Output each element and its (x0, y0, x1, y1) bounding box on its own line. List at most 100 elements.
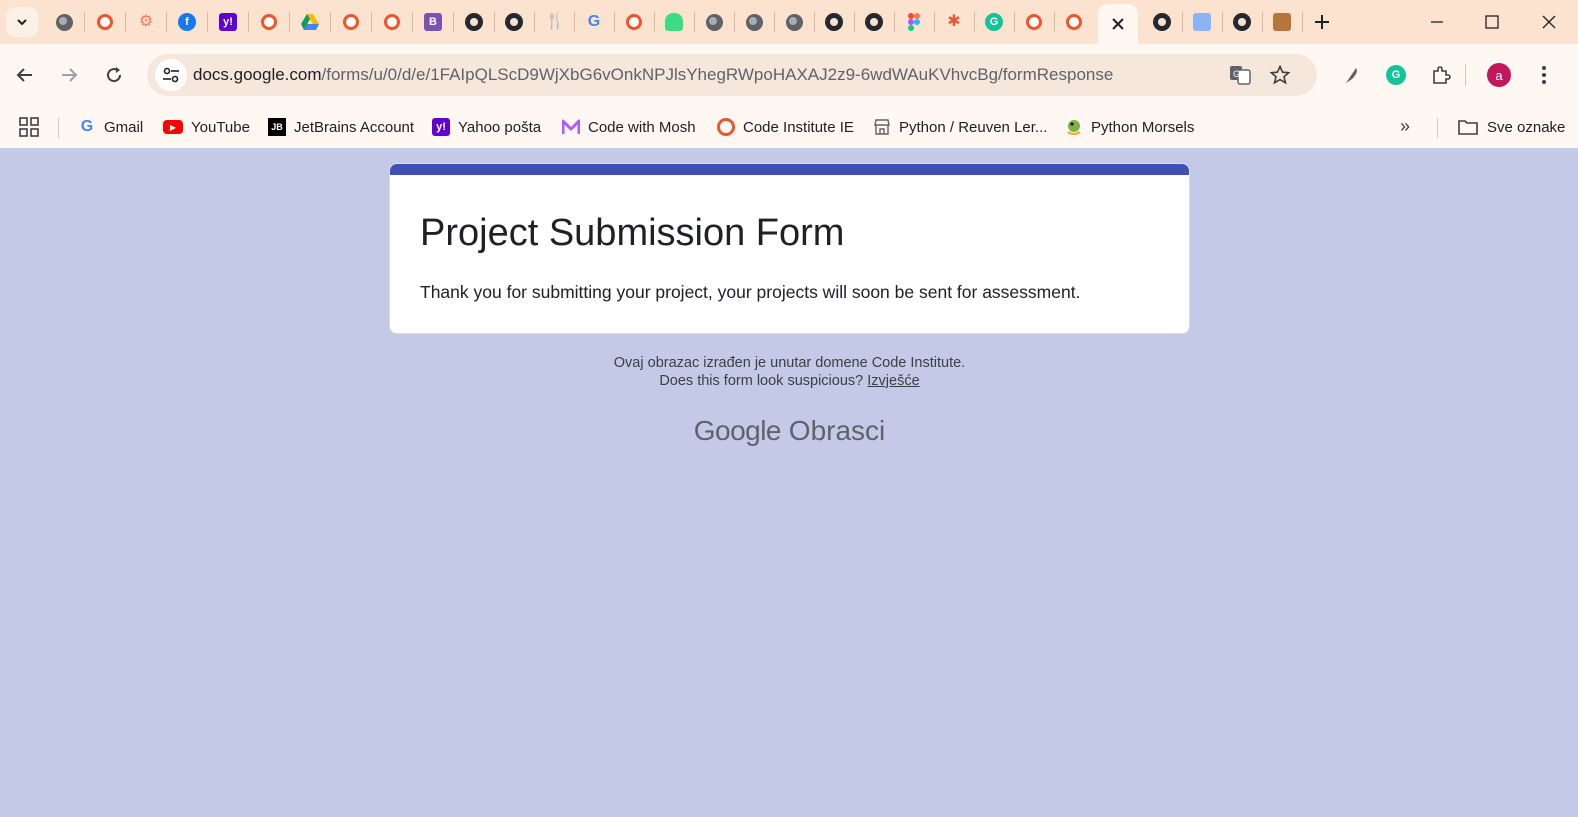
all-bookmarks-button[interactable]: Sve oznake (1458, 114, 1565, 140)
bookmark-code-with-mosh[interactable]: Code with Mosh (562, 114, 696, 140)
tab[interactable] (654, 6, 694, 38)
bookmark-jetbrains[interactable]: JB JetBrains Account (268, 114, 414, 140)
chest-icon (1273, 13, 1291, 31)
bookmark-label: YouTube (191, 118, 250, 136)
github-icon (1153, 13, 1171, 31)
forward-button[interactable] (55, 61, 83, 89)
back-button[interactable] (11, 61, 39, 89)
tab[interactable]: B (413, 6, 453, 38)
tab[interactable] (44, 6, 84, 38)
facebook-icon: f (178, 13, 196, 31)
globe-icon (785, 13, 803, 31)
translate-button[interactable]: G (1228, 63, 1252, 87)
tab[interactable] (1142, 6, 1182, 38)
more-bookmarks-button[interactable]: » (1400, 116, 1410, 137)
form-footer: Ovaj obrazac izrađen je unutar domene Co… (389, 354, 1190, 390)
maximize-button[interactable] (1478, 8, 1506, 36)
bookmark-gmail[interactable]: G Gmail (78, 114, 143, 140)
image-icon (1193, 13, 1211, 31)
tab[interactable] (774, 6, 814, 38)
suspicious-line: Does this form look suspicious? Izvješće (389, 372, 1190, 390)
tab[interactable] (290, 6, 330, 38)
toolbar-divider (1465, 64, 1466, 86)
translate-icon: G (1230, 66, 1251, 85)
arrow-left-icon (16, 68, 32, 82)
report-link[interactable]: Izvješće (867, 373, 919, 389)
tab[interactable] (1222, 6, 1262, 38)
all-bookmarks-label: Sve oznake (1487, 118, 1566, 136)
tab[interactable] (454, 6, 494, 38)
tab[interactable]: G (574, 6, 614, 38)
tab[interactable]: f (167, 6, 207, 38)
url-text[interactable]: docs.google.com/forms/u/0/d/e/1FAIpQLScD… (193, 65, 1113, 85)
reload-button[interactable] (100, 61, 128, 89)
tab[interactable] (1182, 6, 1222, 38)
tab[interactable] (331, 6, 371, 38)
bookmarks-divider (1437, 118, 1438, 138)
google-drive-icon (301, 14, 319, 30)
extension-button[interactable] (1337, 61, 1365, 89)
reload-icon (107, 67, 122, 83)
tab[interactable]: 🍴 (534, 6, 574, 38)
domain-notice: Ovaj obrazac izrađen je unutar domene Co… (613, 355, 966, 371)
tab[interactable] (734, 6, 774, 38)
star-icon (1270, 65, 1290, 85)
site-info-button[interactable] (155, 59, 187, 91)
bookmark-code-institute[interactable]: Code Institute IE (717, 114, 854, 140)
bookmark-label: Python Morsels (1091, 118, 1195, 136)
extensions-button[interactable] (1427, 61, 1455, 89)
tab[interactable] (249, 6, 289, 38)
new-tab-button[interactable] (1310, 10, 1334, 34)
close-icon[interactable] (1111, 17, 1125, 31)
tab[interactable] (494, 6, 534, 38)
bookmark-label: Gmail (104, 118, 144, 136)
address-bar[interactable]: docs.google.com/forms/u/0/d/e/1FAIpQLScD… (147, 54, 1317, 96)
active-tab[interactable] (1098, 4, 1138, 44)
grammarly-icon: G (985, 13, 1003, 31)
bookmark-youtube[interactable]: ▶ YouTube (163, 114, 250, 140)
menu-button[interactable] (1530, 61, 1558, 89)
tab[interactable]: ✱ (934, 6, 974, 38)
tab-search-button[interactable] (6, 7, 38, 37)
tab[interactable] (894, 6, 934, 38)
bookmark-python-morsels[interactable]: Python Morsels (1065, 114, 1194, 140)
bookmark-star-button[interactable] (1268, 63, 1292, 87)
double-chevron-right-icon: » (1400, 116, 1411, 136)
close-icon (1542, 15, 1556, 29)
tab[interactable]: ⚙ (126, 6, 166, 38)
figma-icon (908, 13, 920, 31)
google-icon: G (587, 13, 601, 30)
tab[interactable]: y! (208, 6, 248, 38)
tab[interactable] (372, 6, 412, 38)
bookmarks-divider (58, 118, 59, 138)
bookmark-python-reuven[interactable]: Python / Reuven Ler... (873, 114, 1047, 140)
profile-button[interactable]: a (1485, 61, 1513, 89)
form-accent-bar (390, 164, 1189, 175)
minimize-button[interactable] (1423, 8, 1451, 36)
tab[interactable] (814, 6, 854, 38)
arrow-right-icon (62, 68, 78, 82)
tab[interactable] (694, 6, 734, 38)
tab[interactable] (854, 6, 894, 38)
tab[interactable] (85, 6, 125, 38)
globe-icon (705, 13, 723, 31)
tab[interactable] (1262, 6, 1302, 38)
tab[interactable] (614, 6, 654, 38)
plus-icon (1315, 15, 1329, 29)
tab[interactable]: G (974, 6, 1014, 38)
tab[interactable] (1054, 6, 1094, 38)
grammarly-extension-button[interactable]: G (1382, 61, 1410, 89)
github-icon (865, 13, 883, 31)
google-forms-logo[interactable]: Google Obrasci (389, 415, 1190, 447)
bookmark-yahoo[interactable]: y! Yahoo pošta (432, 114, 541, 140)
forms-wordmark: Obrasci (788, 415, 886, 446)
apps-grid-icon (19, 117, 39, 137)
code-institute-icon (97, 14, 113, 30)
bootstrap-icon: B (424, 13, 442, 31)
close-window-button[interactable] (1535, 8, 1563, 36)
chevron-down-icon (17, 19, 27, 26)
bookmarks-bar: G Gmail ▶ YouTube JB JetBrains Account y… (0, 106, 1578, 148)
apps-button[interactable] (19, 117, 39, 137)
asterisk-icon: ✱ (947, 13, 961, 30)
tab[interactable] (1014, 6, 1054, 38)
